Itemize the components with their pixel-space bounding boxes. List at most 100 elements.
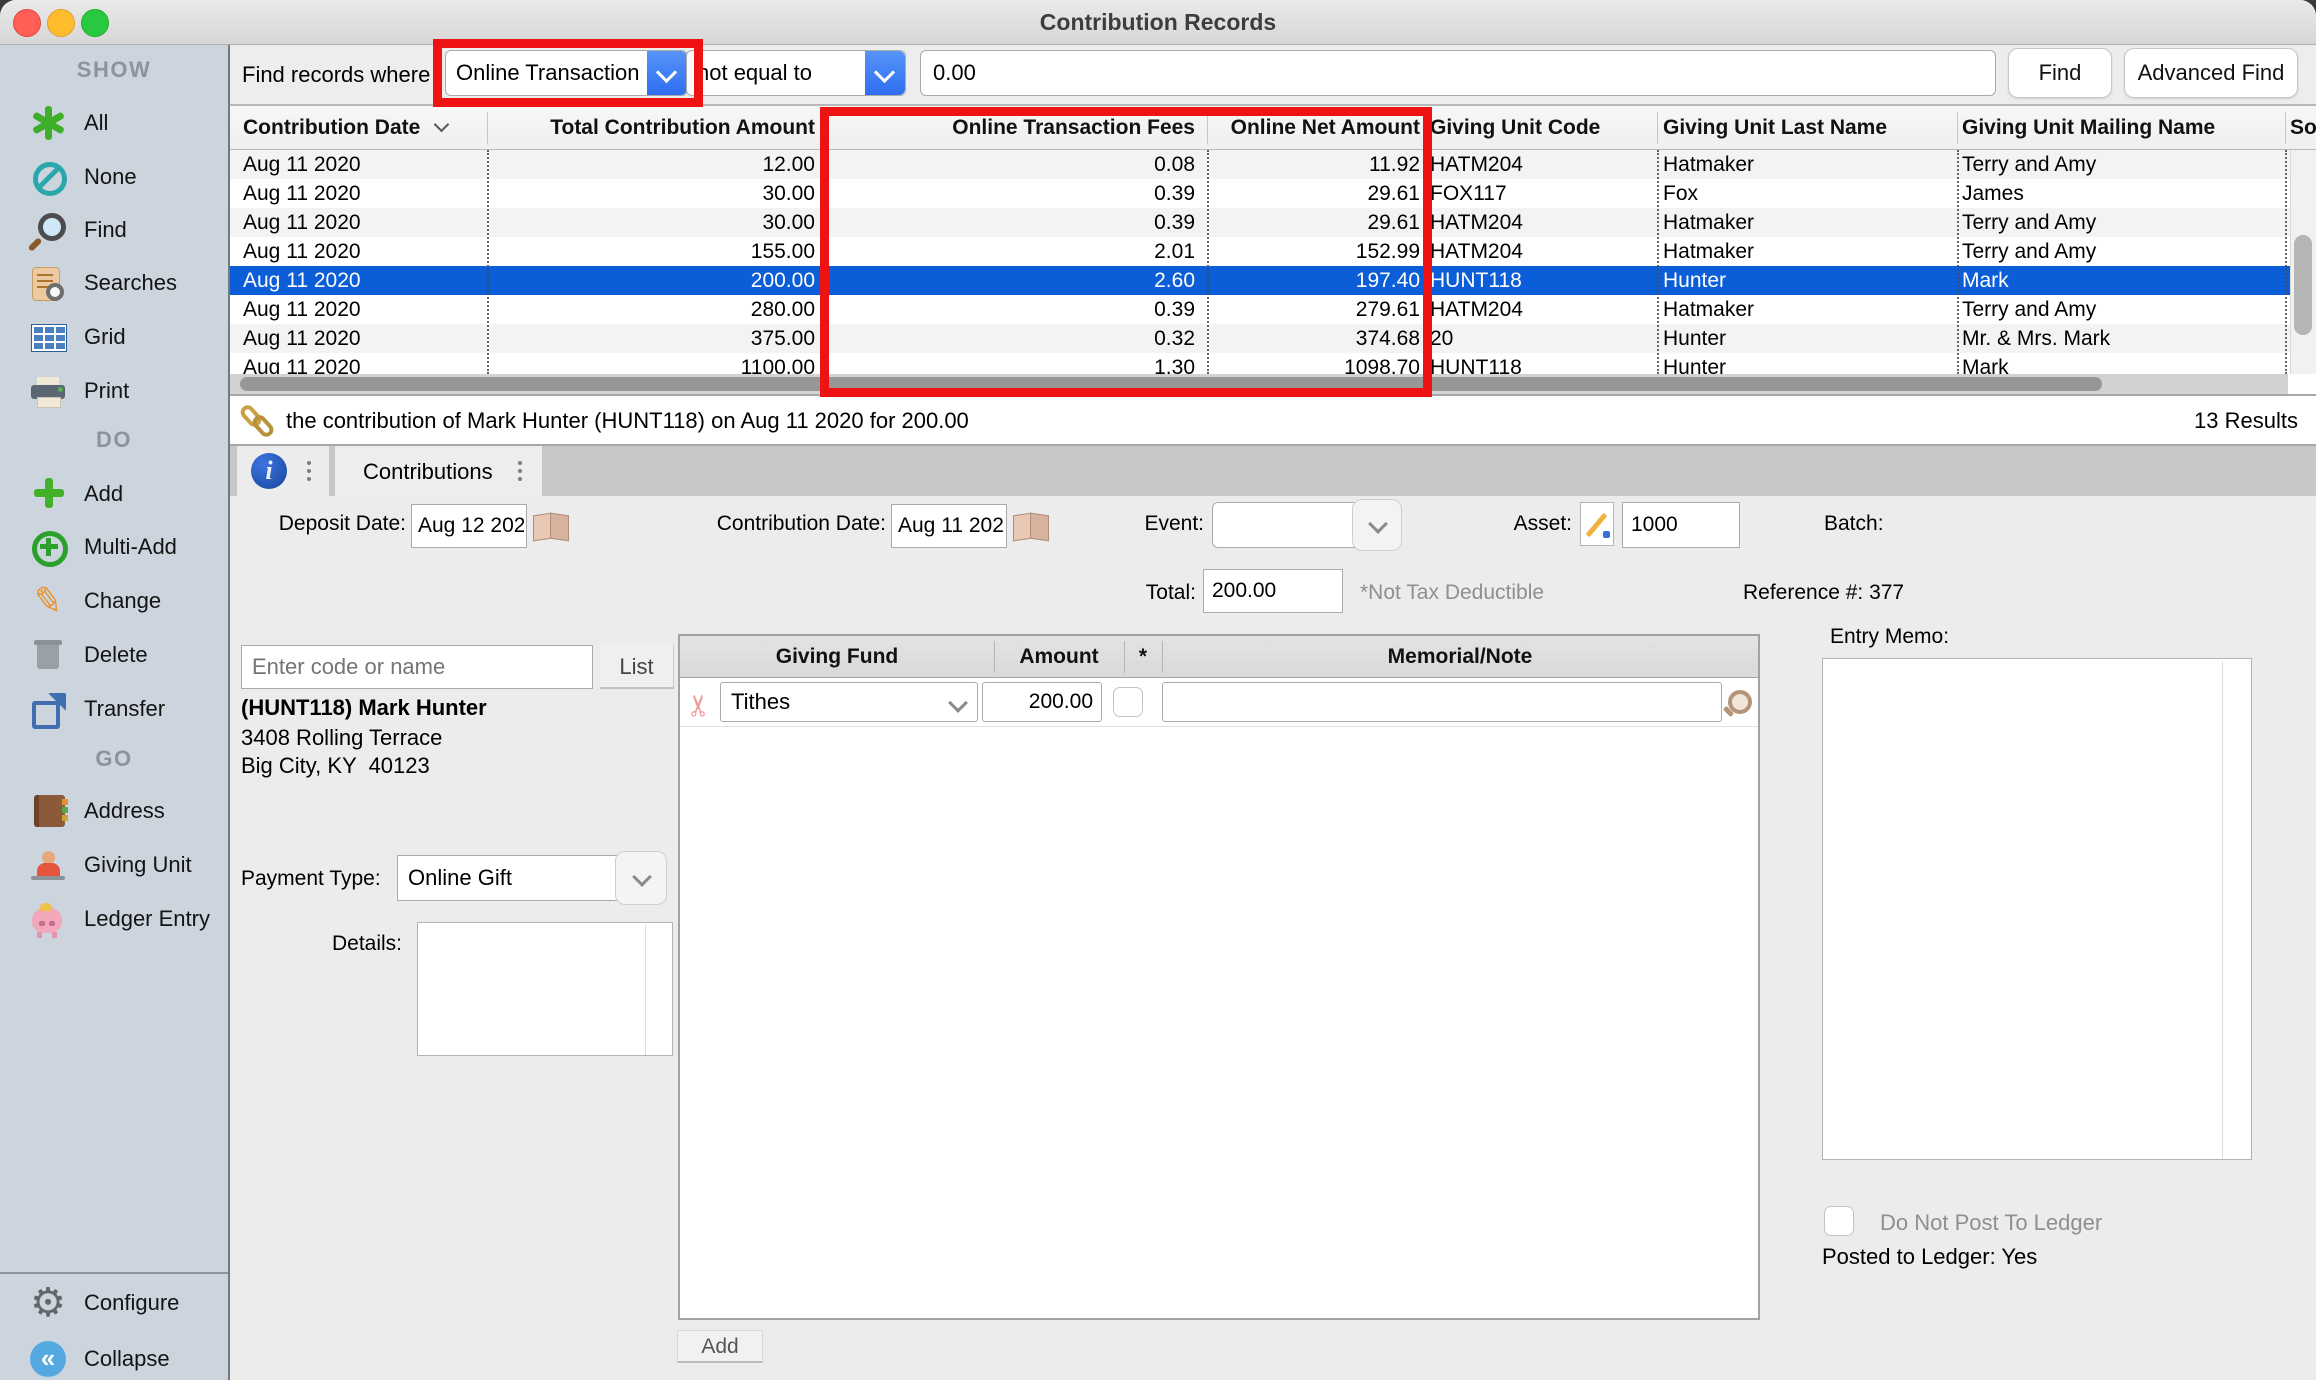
app-window: Contribution Records SHOW All None Find … — [0, 0, 2316, 1380]
table-cell: 2.60 — [830, 266, 1195, 295]
table-row[interactable]: Aug 11 202012.000.0811.92HATM204Hatmaker… — [230, 150, 2316, 179]
event-dropdown-button[interactable] — [1352, 499, 1402, 551]
list-button[interactable]: List — [600, 645, 674, 689]
calendar-icon[interactable] — [1012, 512, 1050, 540]
column-header[interactable]: Online Transaction Fees — [830, 106, 1195, 150]
sidebar-item-giving-unit[interactable]: Giving Unit — [0, 838, 228, 892]
find-operator-dropdown[interactable]: not equal to — [686, 50, 906, 96]
gear-icon: ⚙ — [26, 1281, 70, 1325]
fund-amount-input[interactable] — [982, 682, 1102, 722]
column-header[interactable]: Online Net Amount — [1215, 106, 1420, 150]
sidebar-item-configure[interactable]: ⚙ Configure — [0, 1276, 228, 1330]
chevron-down-icon[interactable] — [865, 51, 905, 95]
column-header-memorial-note[interactable]: Memorial/Note — [1162, 636, 1758, 678]
info-tab[interactable]: i — [237, 446, 329, 496]
giver-address-line2: Big City, KY 40123 — [241, 753, 430, 779]
asset-edit-icon[interactable] — [1580, 502, 1614, 546]
add-fund-row-button[interactable]: Add — [677, 1330, 763, 1363]
deposit-date-input[interactable] — [411, 504, 527, 548]
horizontal-scrollbar-thumb[interactable] — [240, 377, 2102, 391]
table-cell: Hatmaker — [1663, 295, 1955, 324]
memorial-note-input[interactable] — [1162, 682, 1722, 722]
vertical-scrollbar[interactable] — [2290, 150, 2316, 374]
sidebar-item-address[interactable]: Address — [0, 784, 228, 838]
event-dropdown[interactable] — [1212, 502, 1372, 548]
table-row[interactable]: Aug 11 202030.000.3929.61HATM204Hatmaker… — [230, 208, 2316, 237]
entry-memo-textarea[interactable] — [1822, 658, 2252, 1160]
table-cell: 1100.00 — [492, 353, 815, 374]
table-row[interactable]: Aug 11 2020280.000.39279.61HATM204Hatmak… — [230, 295, 2316, 324]
find-button[interactable]: Find — [2008, 48, 2112, 98]
sidebar-item-add[interactable]: Add — [0, 467, 228, 521]
do-not-post-checkbox[interactable] — [1824, 1206, 1854, 1236]
table-cell: Mark — [1962, 266, 2292, 295]
column-header-amount[interactable]: Amount — [994, 636, 1124, 678]
table-row[interactable]: Aug 11 2020375.000.32374.6820HunterMr. &… — [230, 324, 2316, 353]
sidebar-item-searches[interactable]: Searches — [0, 256, 228, 310]
column-header[interactable]: Total Contribution Amount — [492, 106, 815, 150]
table-cell: Aug 11 2020 — [243, 237, 473, 266]
horizontal-scrollbar[interactable] — [230, 374, 2288, 394]
sidebar-item-multi-add[interactable]: Multi-Add — [0, 520, 228, 574]
column-header-asterisk[interactable]: * — [1124, 636, 1162, 678]
details-textarea[interactable] — [417, 922, 673, 1056]
sidebar-item-collapse[interactable]: « Collapse — [0, 1332, 228, 1380]
header-separator — [1957, 112, 1958, 144]
column-header[interactable]: Giving Unit Last Name — [1663, 106, 1955, 150]
table-cell: 1.30 — [830, 353, 1195, 374]
find-bar: Find records where Online Transaction no… — [230, 45, 2316, 106]
find-value-input[interactable] — [920, 50, 1996, 96]
sidebar-section-go: GO — [0, 746, 228, 772]
table-cell: 0.32 — [830, 324, 1195, 353]
sidebar-item-all[interactable]: All — [0, 96, 228, 150]
table-cell: Terry and Amy — [1962, 237, 2292, 266]
payment-type-dropdown[interactable]: Online Gift — [397, 855, 640, 901]
table-row[interactable]: Aug 11 2020200.002.60197.40HUNT118Hunter… — [230, 266, 2316, 295]
payment-type-dropdown-button[interactable] — [615, 851, 667, 905]
table-cell: HUNT118 — [1430, 353, 1652, 374]
advanced-find-button[interactable]: Advanced Find — [2124, 48, 2298, 98]
column-header[interactable]: Contribution Date — [243, 106, 473, 150]
table-cell: 197.40 — [1215, 266, 1420, 295]
table-row[interactable]: Aug 11 2020155.002.01152.99HATM204Hatmak… — [230, 237, 2316, 266]
contribution-date-input[interactable] — [891, 504, 1007, 548]
sidebar-item-delete[interactable]: Delete — [0, 628, 228, 682]
contribution-date-label: Contribution Date: — [700, 512, 886, 536]
table-cell: Aug 11 2020 — [243, 353, 473, 374]
sidebar-item-transfer[interactable]: Transfer — [0, 682, 228, 736]
sidebar-item-change[interactable]: ✎ Change — [0, 574, 228, 628]
column-header-giving-fund[interactable]: Giving Fund — [680, 636, 994, 678]
tab-contributions[interactable]: Contributions — [335, 446, 542, 496]
fund-dropdown[interactable]: Tithes — [720, 682, 978, 722]
sidebar-item-grid[interactable]: Grid — [0, 310, 228, 364]
table-cell: Aug 11 2020 — [243, 295, 473, 324]
calendar-icon[interactable] — [532, 512, 570, 540]
none-icon — [26, 155, 70, 199]
table-cell: 279.61 — [1215, 295, 1420, 324]
sidebar-item-print[interactable]: Print — [0, 364, 228, 418]
vertical-scrollbar-thumb[interactable] — [2294, 235, 2312, 335]
column-header[interactable]: Giving Unit Mailing Name — [1962, 106, 2292, 150]
window-title: Contribution Records — [0, 0, 2316, 44]
total-input[interactable] — [1203, 569, 1343, 613]
table-row[interactable]: Aug 11 202030.000.3929.61FOX117FoxJames — [230, 179, 2316, 208]
header-separator — [1425, 112, 1426, 144]
giver-code-input[interactable] — [241, 645, 593, 689]
table-row[interactable]: Aug 11 20201100.001.301098.70HUNT118Hunt… — [230, 353, 2316, 374]
asset-input[interactable] — [1622, 502, 1740, 548]
sidebar-item-ledger-entry[interactable]: Ledger Entry — [0, 892, 228, 946]
not-tax-deductible-checkbox[interactable] — [1113, 687, 1143, 717]
column-header[interactable]: Giving Unit Code — [1430, 106, 1652, 150]
table-cell: Hunter — [1663, 353, 1955, 374]
status-text: the contribution of Mark Hunter (HUNT118… — [286, 408, 969, 434]
find-field-dropdown[interactable]: Online Transaction — [445, 50, 688, 96]
chevron-down-icon[interactable] — [647, 51, 687, 95]
grid-icon — [26, 315, 70, 359]
sidebar-item-find[interactable]: Find — [0, 203, 228, 257]
table-cell: Terry and Amy — [1962, 295, 2292, 324]
sidebar-item-none[interactable]: None — [0, 150, 228, 204]
column-header[interactable]: So — [2290, 106, 2316, 150]
asterisk-icon — [26, 101, 70, 145]
results-count: 13 Results — [2194, 408, 2298, 434]
scissors-icon[interactable]: ✂ — [682, 686, 718, 718]
